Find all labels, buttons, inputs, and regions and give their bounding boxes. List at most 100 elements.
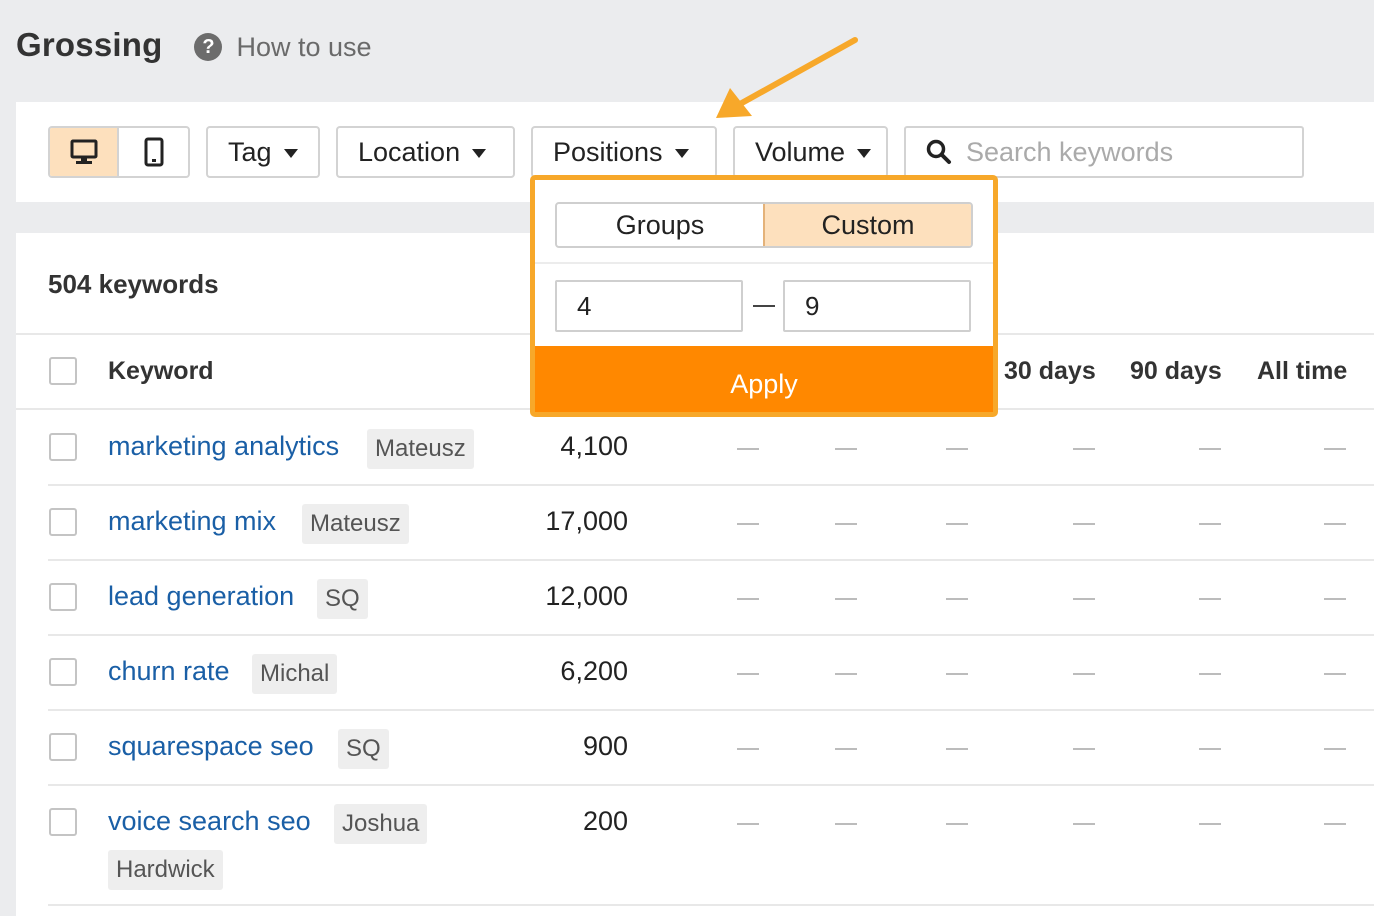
volume-value: 12,000 (545, 581, 628, 611)
empty-value-dash (946, 448, 968, 450)
keyword-tag[interactable]: Hardwick (108, 850, 223, 890)
row-checkbox[interactable] (49, 658, 77, 686)
empty-value-dash (737, 673, 759, 675)
empty-value-dash (1199, 673, 1221, 675)
search-box (904, 126, 1304, 178)
how-to-use-label: How to use (236, 31, 372, 62)
volume-filter-button[interactable]: Volume (733, 126, 888, 178)
empty-value-dash (835, 598, 857, 600)
desktop-icon (70, 139, 97, 164)
empty-value-dash (1199, 823, 1221, 825)
empty-value-dash (737, 823, 759, 825)
select-all-checkbox[interactable] (49, 357, 77, 385)
row-checkbox[interactable] (49, 433, 77, 461)
empty-value-dash (946, 748, 968, 750)
chevron-down-icon (674, 148, 689, 158)
empty-value-dash (1073, 823, 1095, 825)
positions-dropdown: Groups Custom Apply (530, 175, 998, 417)
empty-value-dash (1073, 523, 1095, 525)
empty-value-dash (946, 823, 968, 825)
keyword-tag[interactable]: Mateusz (367, 429, 474, 469)
empty-value-dash (1324, 823, 1346, 825)
search-input[interactable] (966, 136, 1266, 168)
keyword-link[interactable]: voice search seo (108, 806, 311, 837)
empty-value-dash (1073, 598, 1095, 600)
empty-value-dash (1073, 448, 1095, 450)
empty-value-dash (835, 448, 857, 450)
position-to-input[interactable] (783, 280, 971, 332)
keyword-link[interactable]: marketing analytics (108, 431, 339, 462)
empty-value-dash (1324, 673, 1346, 675)
empty-value-dash (946, 598, 968, 600)
empty-value-dash (1199, 448, 1221, 450)
keyword-link[interactable]: lead generation (108, 581, 294, 612)
keyword-tag[interactable]: Joshua (334, 804, 428, 844)
row-divider (48, 784, 1374, 786)
row-divider (48, 634, 1374, 636)
groups-tab[interactable]: Groups (557, 204, 763, 246)
empty-value-dash (737, 448, 759, 450)
empty-value-dash (737, 748, 759, 750)
tag-filter-button[interactable]: Tag (206, 126, 320, 178)
empty-value-dash (1324, 448, 1346, 450)
empty-value-dash (737, 598, 759, 600)
volume-value: 6,200 (560, 656, 628, 686)
empty-value-dash (835, 748, 857, 750)
empty-value-dash (1199, 598, 1221, 600)
location-filter-label: Location (358, 136, 461, 167)
location-filter-button[interactable]: Location (336, 126, 515, 178)
how-to-use-link[interactable]: ? How to use (194, 31, 372, 63)
30-days-column-header[interactable]: 30 days (1004, 357, 1096, 386)
empty-value-dash (946, 673, 968, 675)
positions-filter-label: Positions (553, 136, 663, 167)
row-divider (48, 709, 1374, 711)
empty-value-dash (835, 823, 857, 825)
divider (535, 262, 993, 264)
keyword-column-header[interactable]: Keyword (108, 357, 214, 386)
empty-value-dash (946, 523, 968, 525)
custom-tab[interactable]: Custom (763, 204, 971, 246)
row-checkbox[interactable] (49, 808, 77, 836)
keyword-link[interactable]: squarespace seo (108, 731, 314, 762)
volume-value: 17,000 (545, 506, 628, 536)
chevron-down-icon (472, 148, 487, 158)
positions-filter-button[interactable]: Positions (531, 126, 717, 178)
position-from-input[interactable] (555, 280, 743, 332)
volume-filter-label: Volume (755, 136, 846, 167)
mobile-button[interactable] (119, 128, 188, 176)
page-title: Grossing (16, 26, 163, 63)
keyword-tag[interactable]: SQ (317, 579, 368, 619)
row-checkbox[interactable] (49, 583, 77, 611)
empty-value-dash (1073, 748, 1095, 750)
empty-value-dash (1324, 523, 1346, 525)
all-time-column-header[interactable]: All time (1257, 357, 1347, 386)
keyword-count: 504 keywords (48, 269, 219, 299)
mobile-icon (144, 137, 163, 167)
keyword-tag[interactable]: Michal (252, 654, 338, 694)
desktop-button[interactable] (50, 128, 120, 176)
row-divider (48, 484, 1374, 486)
chevron-down-icon (857, 148, 872, 158)
keyword-link[interactable]: marketing mix (108, 506, 276, 537)
empty-value-dash (835, 523, 857, 525)
row-divider (48, 904, 1374, 906)
page-header: Grossing ? How to use (16, 26, 372, 64)
positions-mode-toggle: Groups Custom (555, 202, 973, 248)
keyword-tag[interactable]: SQ (338, 729, 389, 769)
row-divider (48, 559, 1374, 561)
empty-value-dash (737, 523, 759, 525)
empty-value-dash (1073, 673, 1095, 675)
apply-button[interactable]: Apply (535, 346, 993, 412)
empty-value-dash (835, 673, 857, 675)
row-checkbox[interactable] (49, 508, 77, 536)
empty-value-dash (1199, 523, 1221, 525)
keyword-link[interactable]: churn rate (108, 656, 230, 687)
volume-value: 200 (582, 806, 628, 836)
keyword-tag[interactable]: Mateusz (302, 504, 409, 544)
row-checkbox[interactable] (49, 733, 77, 761)
empty-value-dash (1324, 598, 1346, 600)
empty-value-dash (1199, 748, 1221, 750)
chevron-down-icon (283, 148, 298, 158)
90-days-column-header[interactable]: 90 days (1130, 357, 1222, 386)
question-circle-icon: ? (194, 33, 223, 61)
